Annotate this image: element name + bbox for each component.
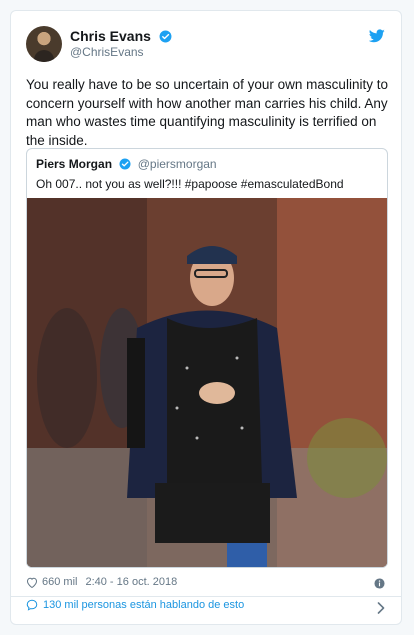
author-name-text[interactable]: Chris Evans xyxy=(70,28,151,44)
photo-illustration xyxy=(27,198,387,567)
verified-icon xyxy=(119,158,131,170)
tweet-card: Chris Evans @ChrisEvans You really have … xyxy=(10,10,402,625)
conversation-text[interactable]: 130 mil personas están hablando de esto xyxy=(43,599,244,611)
timestamp[interactable]: 2:40 - 16 oct. 2018 xyxy=(85,576,177,588)
conversation-link[interactable]: 130 mil personas están hablando de esto xyxy=(26,599,244,611)
author-name[interactable]: Chris Evans xyxy=(70,28,172,44)
heart-icon[interactable] xyxy=(26,577,38,588)
quoted-text: Oh 007.. not you as well?!!! #papoose #e… xyxy=(36,177,344,191)
verified-icon xyxy=(159,30,172,43)
avatar[interactable] xyxy=(26,26,62,62)
quoted-author[interactable]: Piers Morgan @piersmorgan xyxy=(36,157,217,171)
quoted-tweet[interactable]: Piers Morgan @piersmorgan Oh 007.. not y… xyxy=(26,148,388,568)
quoted-photo[interactable] xyxy=(27,198,387,567)
chevron-right-icon[interactable] xyxy=(377,602,385,614)
divider xyxy=(11,596,401,597)
like-count[interactable]: 660 mil xyxy=(42,576,77,588)
quoted-author-name[interactable]: Piers Morgan xyxy=(36,157,112,171)
tweet-footer: 660 mil 2:40 - 16 oct. 2018 xyxy=(26,576,177,588)
tweet-text: You really have to be so uncertain of yo… xyxy=(26,77,388,148)
twitter-bird-icon[interactable] xyxy=(369,29,385,43)
author-handle[interactable]: @ChrisEvans xyxy=(70,45,144,59)
info-icon[interactable] xyxy=(374,578,385,589)
quoted-author-handle[interactable]: @piersmorgan xyxy=(138,157,217,171)
comment-icon xyxy=(26,599,38,611)
